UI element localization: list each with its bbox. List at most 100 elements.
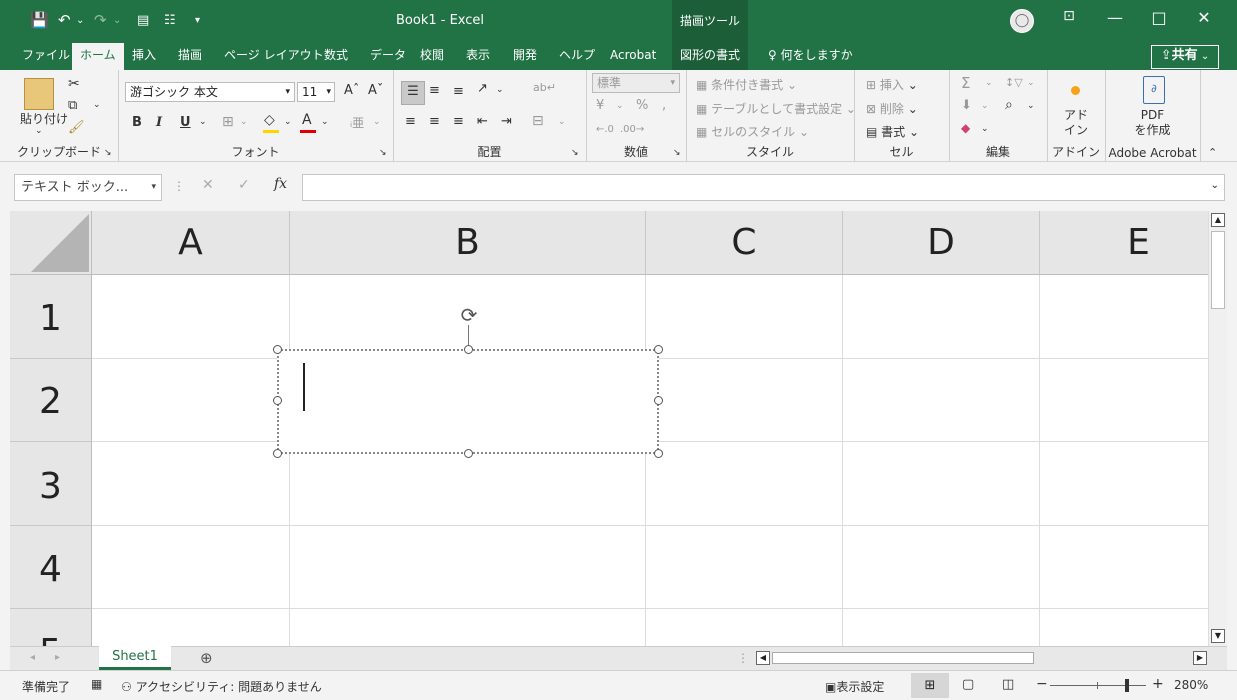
- align-bottom-icon[interactable]: ≡: [453, 84, 464, 99]
- align-center-icon[interactable]: ≡: [429, 114, 440, 129]
- tab-formulas[interactable]: 数式: [316, 43, 356, 70]
- zoom-slider-track[interactable]: [1050, 685, 1146, 686]
- column-header-d[interactable]: D: [843, 211, 1040, 275]
- row-header-4[interactable]: 4: [10, 526, 92, 609]
- column-header-c[interactable]: C: [646, 211, 843, 275]
- row-header-2[interactable]: 2: [10, 359, 92, 442]
- bold-button[interactable]: B: [132, 115, 142, 130]
- tab-developer[interactable]: 開発: [505, 43, 545, 70]
- create-pdf-button[interactable]: PDF を作成: [1105, 108, 1200, 138]
- vertical-scrollbar[interactable]: ▲ ▼: [1208, 211, 1227, 646]
- clear-icon[interactable]: ◆: [961, 121, 970, 135]
- tab-shape-format[interactable]: 図形の書式: [672, 43, 749, 70]
- print-preview-icon[interactable]: ▤: [137, 13, 149, 28]
- align-top-icon[interactable]: ☰: [401, 81, 425, 105]
- scroll-sheets-left-icon[interactable]: ◂: [30, 652, 35, 663]
- scroll-sheets-right-icon[interactable]: ▸: [55, 652, 60, 663]
- page-break-preview-icon[interactable]: ◫: [1002, 677, 1014, 692]
- resize-handle-bottom-right[interactable]: [654, 449, 663, 458]
- orientation-icon[interactable]: ↗: [477, 81, 488, 96]
- tab-view[interactable]: 表示: [458, 43, 498, 70]
- name-box[interactable]: テキスト ボック... ▾: [14, 174, 162, 201]
- alignment-launcher-icon[interactable]: ↘: [571, 148, 579, 158]
- sheet-tab-sheet1[interactable]: Sheet1: [99, 646, 171, 670]
- row-header-3[interactable]: 3: [10, 442, 92, 526]
- paste-dropdown-icon[interactable]: ⌄: [35, 126, 43, 136]
- share-button[interactable]: ⇪共有 ⌄: [1151, 45, 1219, 69]
- addins-icon[interactable]: [1071, 86, 1080, 95]
- minimize-button[interactable]: —: [1093, 8, 1137, 27]
- undo-dropdown-icon[interactable]: ⌄: [76, 15, 84, 26]
- customize-qat-icon[interactable]: ▾: [195, 15, 200, 26]
- addins-button[interactable]: アド イン: [1047, 108, 1105, 138]
- align-middle-icon[interactable]: ≡: [429, 83, 440, 98]
- phonetic-dropdown-icon[interactable]: ⌄: [373, 117, 381, 127]
- fill-color-icon[interactable]: ◇: [264, 112, 275, 128]
- zoom-level[interactable]: 280%: [1174, 678, 1208, 692]
- align-left-icon[interactable]: ≡: [405, 114, 416, 129]
- tab-home[interactable]: ホーム: [72, 43, 124, 72]
- copy-icon[interactable]: ⧉: [68, 98, 77, 113]
- pdf-icon[interactable]: ∂: [1143, 76, 1165, 104]
- number-launcher-icon[interactable]: ↘: [673, 148, 681, 158]
- tab-help[interactable]: ヘルプ: [551, 43, 603, 70]
- resize-handle-bottom[interactable]: [464, 449, 473, 458]
- text-box-shape[interactable]: [277, 349, 659, 454]
- resize-handle-top-right[interactable]: [654, 345, 663, 354]
- display-settings-button[interactable]: ▣表示設定: [825, 678, 884, 695]
- tab-file[interactable]: ファイル: [14, 43, 78, 70]
- merge-dropdown-icon[interactable]: ⌄: [558, 117, 566, 127]
- find-dropdown-icon[interactable]: ⌄: [1027, 101, 1035, 111]
- tab-split-grip-icon[interactable]: ⋮: [737, 651, 749, 665]
- phonetic-icon[interactable]: ᵢ亜: [350, 114, 364, 131]
- tab-page-layout[interactable]: ページ レイアウト: [216, 43, 332, 70]
- italic-button[interactable]: I: [156, 115, 162, 130]
- font-size-select[interactable]: 11 ▾: [297, 82, 335, 102]
- format-painter-icon[interactable]: 🖌: [68, 120, 85, 135]
- tab-data[interactable]: データ: [362, 43, 414, 70]
- row-header-5[interactable]: 5: [10, 609, 92, 646]
- decrease-font-icon[interactable]: Aˇ: [368, 83, 383, 98]
- tab-review[interactable]: 校閲: [412, 43, 452, 70]
- insert-function-button[interactable]: fx: [274, 176, 287, 192]
- fill-color-dropdown-icon[interactable]: ⌄: [284, 117, 292, 127]
- merge-center-icon[interactable]: ⊟: [532, 113, 544, 129]
- resize-handle-bottom-left[interactable]: [273, 449, 282, 458]
- find-select-icon[interactable]: ⌕: [1005, 97, 1013, 113]
- underline-dropdown-icon[interactable]: ⌄: [199, 117, 207, 127]
- accessibility-status[interactable]: ⚇ アクセシビリティ: 問題ありません: [121, 678, 322, 695]
- decrease-indent-icon[interactable]: ⇤: [477, 114, 488, 129]
- form-icon[interactable]: ☷: [164, 13, 176, 28]
- tab-insert[interactable]: 挿入: [124, 43, 164, 70]
- wrap-text-icon[interactable]: ab↵: [533, 81, 556, 94]
- zoom-out-button[interactable]: −: [1036, 676, 1048, 692]
- formula-input[interactable]: ⌄: [302, 174, 1225, 201]
- clipboard-launcher-icon[interactable]: ↘: [104, 148, 112, 158]
- close-button[interactable]: ✕: [1182, 8, 1226, 27]
- orientation-dropdown-icon[interactable]: ⌄: [496, 85, 504, 95]
- row-header-1[interactable]: 1: [10, 275, 92, 359]
- tell-me-search[interactable]: ♀ 何をしますか: [760, 43, 861, 70]
- border-dropdown-icon[interactable]: ⌄: [240, 117, 248, 127]
- zoom-in-button[interactable]: +: [1152, 676, 1164, 692]
- add-sheet-button[interactable]: ⊕: [200, 649, 213, 667]
- paste-icon[interactable]: [24, 78, 54, 110]
- paste-button[interactable]: 貼り付け: [20, 110, 68, 127]
- tab-draw[interactable]: 描画: [170, 43, 210, 70]
- horizontal-scroll-thumb[interactable]: [772, 652, 1034, 664]
- font-color-dropdown-icon[interactable]: ⌄: [321, 117, 329, 127]
- cut-icon[interactable]: ✂: [68, 76, 80, 92]
- increase-indent-icon[interactable]: ⇥: [501, 114, 512, 129]
- underline-button[interactable]: U: [180, 115, 191, 130]
- tab-acrobat[interactable]: Acrobat: [602, 43, 664, 70]
- column-header-e[interactable]: E: [1040, 211, 1208, 275]
- scroll-left-button[interactable]: ◀: [756, 651, 770, 665]
- rotate-handle-icon[interactable]: ⟳: [456, 302, 482, 328]
- ribbon-display-options-icon[interactable]: ⊡: [1047, 8, 1091, 24]
- column-header-a[interactable]: A: [92, 211, 290, 275]
- resize-handle-right[interactable]: [654, 396, 663, 405]
- vertical-scroll-thumb[interactable]: [1211, 231, 1225, 309]
- scroll-down-button[interactable]: ▼: [1211, 629, 1225, 643]
- clear-dropdown-icon[interactable]: ⌄: [981, 124, 989, 134]
- increase-font-icon[interactable]: Aˆ: [344, 83, 359, 98]
